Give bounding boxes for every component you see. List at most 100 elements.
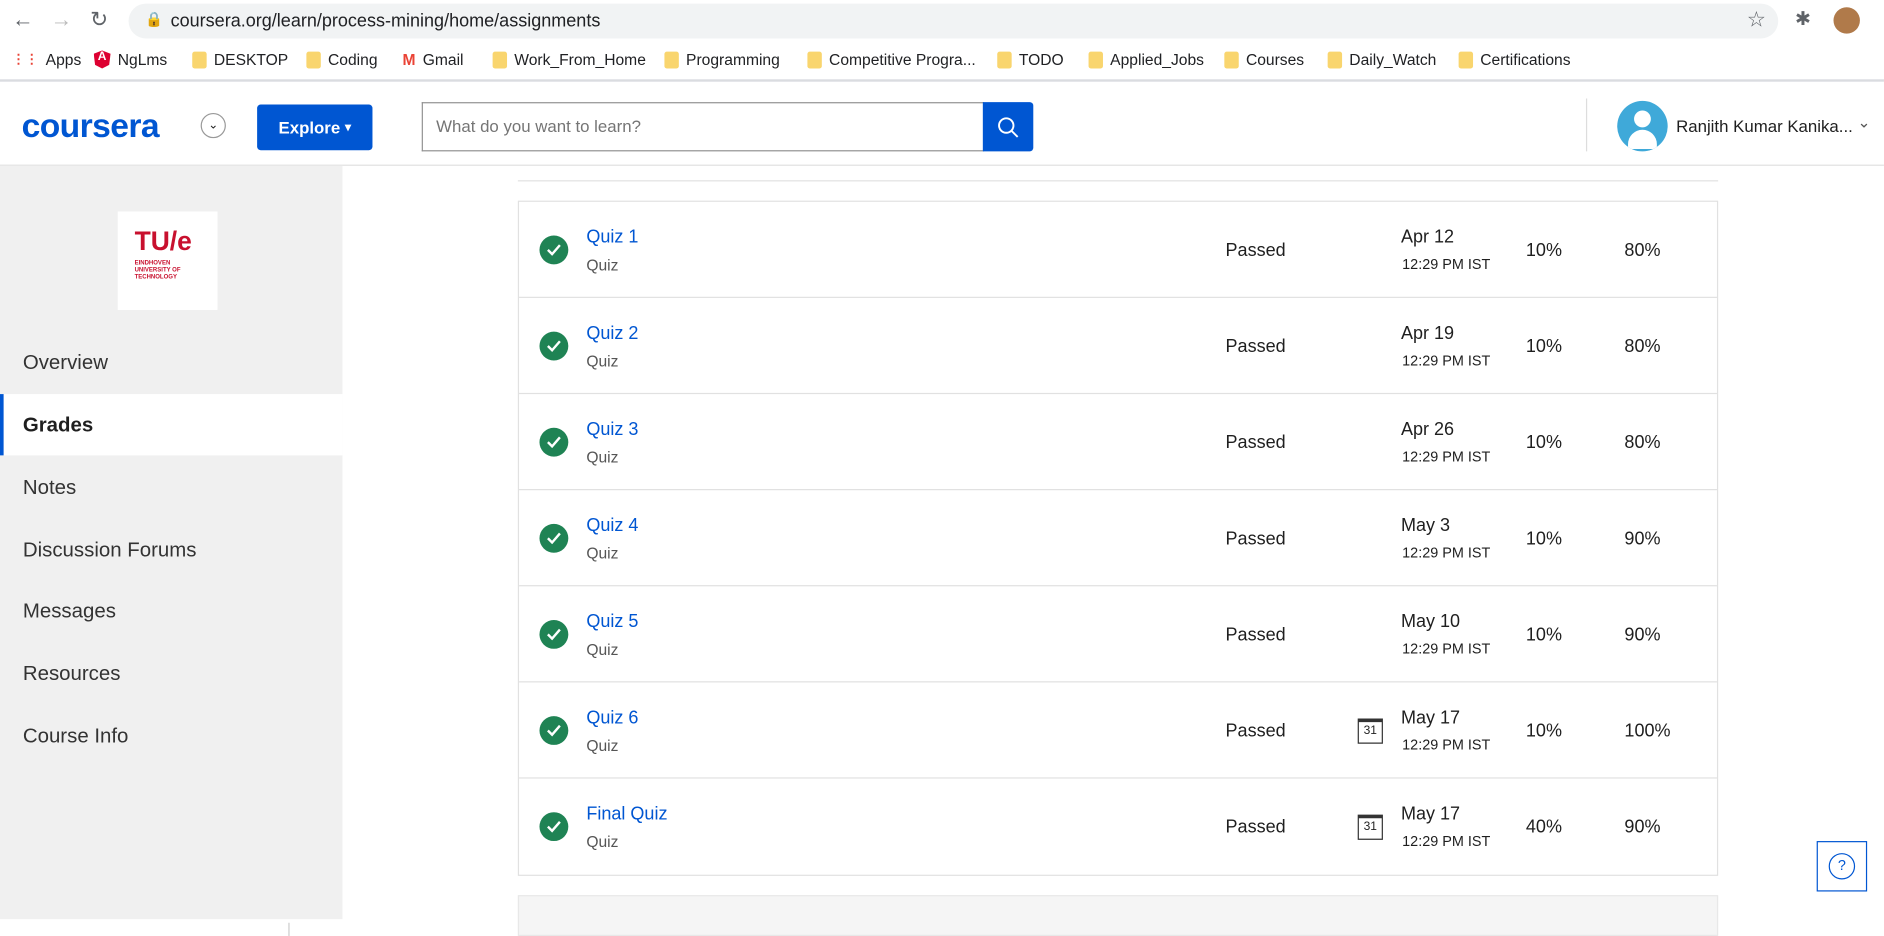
status: Passed <box>1225 336 1286 357</box>
check-circle-icon <box>539 427 569 457</box>
due-time: 12:29 PM IST <box>1402 832 1491 850</box>
sidebar-item-course-info[interactable]: Course Info <box>0 705 342 766</box>
bookmark-label: Gmail <box>422 50 464 69</box>
due-date: Apr 12 <box>1400 227 1455 248</box>
status: Passed <box>1225 240 1286 261</box>
url-text: coursera.org/learn/process-mining/home/a… <box>170 10 601 32</box>
table-row: Quiz 2 Quiz Passed Apr 19 12:29 PM IST 1… <box>519 298 1717 395</box>
gmail-icon: M <box>402 50 416 69</box>
bookmark-gmail[interactable]: M Gmail <box>403 50 464 68</box>
sidebar: TU/e EINDHOVEN UNIVERSITY OF TECHNOLOGY … <box>0 165 343 920</box>
due-date: May 17 <box>1400 707 1461 729</box>
check-circle-icon <box>539 812 569 842</box>
assignment-link[interactable]: Quiz 6 <box>586 708 638 728</box>
assignments-table: Quiz 1 Quiz Passed Apr 12 12:29 PM IST 1… <box>517 200 1719 876</box>
forward-icon[interactable]: → <box>50 7 72 32</box>
bookmark-work-from-home[interactable]: Work_From_Home <box>492 50 646 69</box>
assignment-link[interactable]: Quiz 1 <box>586 227 638 247</box>
bookmark-nglms[interactable]: A NgLms <box>93 50 167 69</box>
bookmark-label: Certifications <box>1480 50 1571 69</box>
bookmark-label: Daily_Watch <box>1349 50 1437 69</box>
sidebar-item-overview[interactable]: Overview <box>0 332 342 393</box>
bookmark-todo[interactable]: TODO <box>997 50 1064 68</box>
address-bar[interactable]: 🔒 coursera.org/learn/process-mining/home… <box>128 3 1779 39</box>
bookmark-coding[interactable]: Coding <box>306 50 378 69</box>
bookmark-apps[interactable]: ⋮⋮ Apps <box>12 50 81 68</box>
assignment-link[interactable]: Quiz 2 <box>586 323 638 343</box>
bookmark-daily-watch[interactable]: Daily_Watch <box>1327 50 1437 69</box>
search-icon <box>998 116 1019 138</box>
assignment-link[interactable]: Quiz 5 <box>586 612 638 632</box>
divider <box>288 922 290 936</box>
status: Passed <box>1225 720 1286 742</box>
apps-icon: ⋮⋮ <box>12 52 39 68</box>
assignment-link[interactable]: Quiz 4 <box>586 515 638 535</box>
chevron-down-icon[interactable]: ⌄ <box>200 112 226 139</box>
bookmark-programming[interactable]: Programming <box>664 50 780 68</box>
profile-avatar[interactable] <box>1833 7 1860 34</box>
grade: 90% <box>1624 528 1661 550</box>
angular-icon: A <box>93 50 111 69</box>
bookmark-certifications[interactable]: Certifications <box>1458 50 1571 69</box>
calendar-icon[interactable]: 31 <box>1357 814 1383 840</box>
chevron-down-icon[interactable]: ⌄ <box>1858 113 1871 132</box>
search-button[interactable] <box>982 102 1034 152</box>
weight: 10% <box>1525 528 1562 550</box>
user-name[interactable]: Ranjith Kumar Kanika... <box>1676 117 1853 136</box>
sidebar-item-discussion-forums[interactable]: Discussion Forums <box>0 519 342 580</box>
reload-icon[interactable]: ↻ <box>90 7 108 32</box>
due-time: 12:29 PM IST <box>1402 640 1491 658</box>
weight: 10% <box>1525 624 1562 646</box>
sidebar-item-notes[interactable]: Notes <box>0 457 342 518</box>
assignment-link[interactable]: Final Quiz <box>586 804 667 824</box>
lock-icon: 🔒 <box>145 10 164 28</box>
star-icon[interactable]: ☆ <box>1747 7 1766 32</box>
sidebar-item-resources[interactable]: Resources <box>0 643 342 704</box>
assignment-type: Quiz <box>586 736 619 755</box>
bookmark-desktop[interactable]: DESKTOP <box>192 50 288 68</box>
due-date: Apr 19 <box>1400 323 1455 344</box>
bookmark-courses[interactable]: Courses <box>1224 50 1304 68</box>
check-circle-icon <box>539 716 569 745</box>
grade: 90% <box>1624 817 1661 838</box>
folder-icon <box>1458 51 1474 68</box>
status: Passed <box>1225 528 1286 550</box>
bookmark-label: Courses <box>1245 50 1305 69</box>
bookmark-applied-jobs[interactable]: Applied_Jobs <box>1088 50 1204 68</box>
back-icon[interactable]: ← <box>12 7 34 32</box>
search-input[interactable]: What do you want to learn? <box>421 102 985 152</box>
due-date: May 10 <box>1400 611 1461 632</box>
due-time: 12:29 PM IST <box>1402 352 1491 369</box>
sidebar-item-messages[interactable]: Messages <box>0 580 342 641</box>
help-button[interactable]: ? <box>1816 841 1868 892</box>
bookmark-label: Coding <box>328 50 378 69</box>
calendar-icon[interactable]: 31 <box>1357 718 1383 744</box>
coursera-logo[interactable]: coursera <box>22 107 160 145</box>
sidebar-item-grades[interactable]: Grades <box>0 394 343 456</box>
table-row: Quiz 4 Quiz Passed May 3 12:29 PM IST 10… <box>519 490 1717 587</box>
folder-icon <box>997 51 1012 68</box>
divider <box>517 180 1719 182</box>
folder-icon <box>1327 51 1343 68</box>
status: Passed <box>1225 432 1286 453</box>
due-date: Apr 26 <box>1400 419 1455 440</box>
assignment-link[interactable]: Quiz 3 <box>586 419 638 439</box>
bookmark-competitive-progra-[interactable]: Competitive Progra... <box>807 50 976 68</box>
explore-button[interactable]: Explore ▾ <box>257 104 373 151</box>
user-avatar[interactable] <box>1617 100 1668 152</box>
extensions-icon[interactable]: ✱ <box>1795 7 1811 31</box>
grade: 80% <box>1624 240 1661 261</box>
assignment-type: Quiz <box>586 352 619 371</box>
weight: 40% <box>1525 817 1562 838</box>
folder-icon <box>1224 51 1239 68</box>
divider <box>1585 98 1588 152</box>
weight: 10% <box>1525 720 1562 742</box>
folder-icon <box>1088 51 1103 68</box>
check-circle-icon <box>539 523 569 553</box>
weight: 10% <box>1525 240 1562 261</box>
grade: 80% <box>1624 336 1661 357</box>
bookmark-label: Work_From_Home <box>514 50 646 69</box>
grade: 90% <box>1624 624 1661 646</box>
due-time: 12:29 PM IST <box>1402 255 1491 273</box>
due-time: 12:29 PM IST <box>1402 736 1491 754</box>
